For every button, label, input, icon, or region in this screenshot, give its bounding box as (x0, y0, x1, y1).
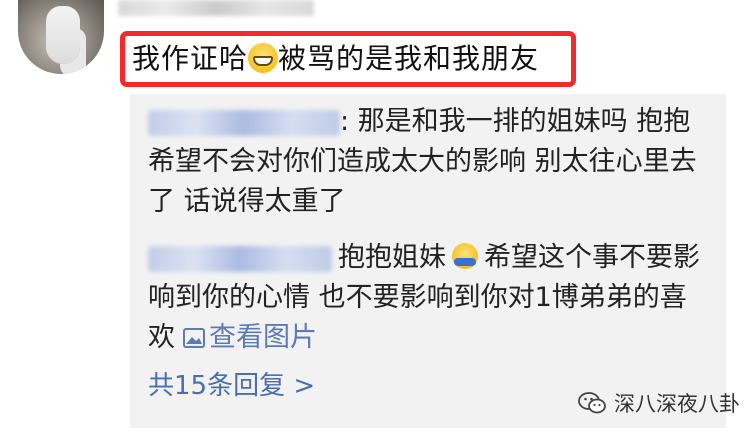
reply-item: : 那是和我一排的姐妹吗 抱抱希望不会对你们造成太大的影响 别太往心里去了 话说… (148, 102, 708, 222)
view-picture-label: 查看图片 (209, 322, 317, 353)
reply-item: 抱抱姐妹 希望这个事不要影响到你的心情 也不要影响到你对1博弟弟的喜欢 查看图片 (148, 238, 708, 358)
watermark: 深八深夜八卦 (578, 388, 740, 418)
reply-author-redacted[interactable] (148, 245, 332, 272)
grinning-face-icon (248, 43, 279, 73)
watermark-text: 深八深夜八卦 (614, 392, 740, 416)
reply-author-redacted[interactable] (148, 109, 340, 136)
wechat-icon (578, 392, 606, 414)
comment-text: 我作证哈 被骂的是我和我朋友 (132, 42, 539, 76)
reply-thread: : 那是和我一排的姐妹吗 抱抱希望不会对你们造成太大的影响 别太往心里去了 话说… (130, 94, 726, 428)
comment-text-part2: 被骂的是我和我朋友 (278, 42, 540, 75)
reply-text-part1: 抱抱姐妹 (338, 242, 446, 273)
username-redacted (118, 0, 314, 16)
hugging-face-icon (452, 243, 478, 269)
comment-text-part1: 我作证哈 (132, 42, 249, 75)
reply-count-link[interactable]: 共15条回复 > (148, 366, 315, 406)
view-picture-link[interactable]: 查看图片 (175, 322, 317, 353)
avatar[interactable] (18, 0, 104, 74)
image-icon (183, 328, 205, 348)
